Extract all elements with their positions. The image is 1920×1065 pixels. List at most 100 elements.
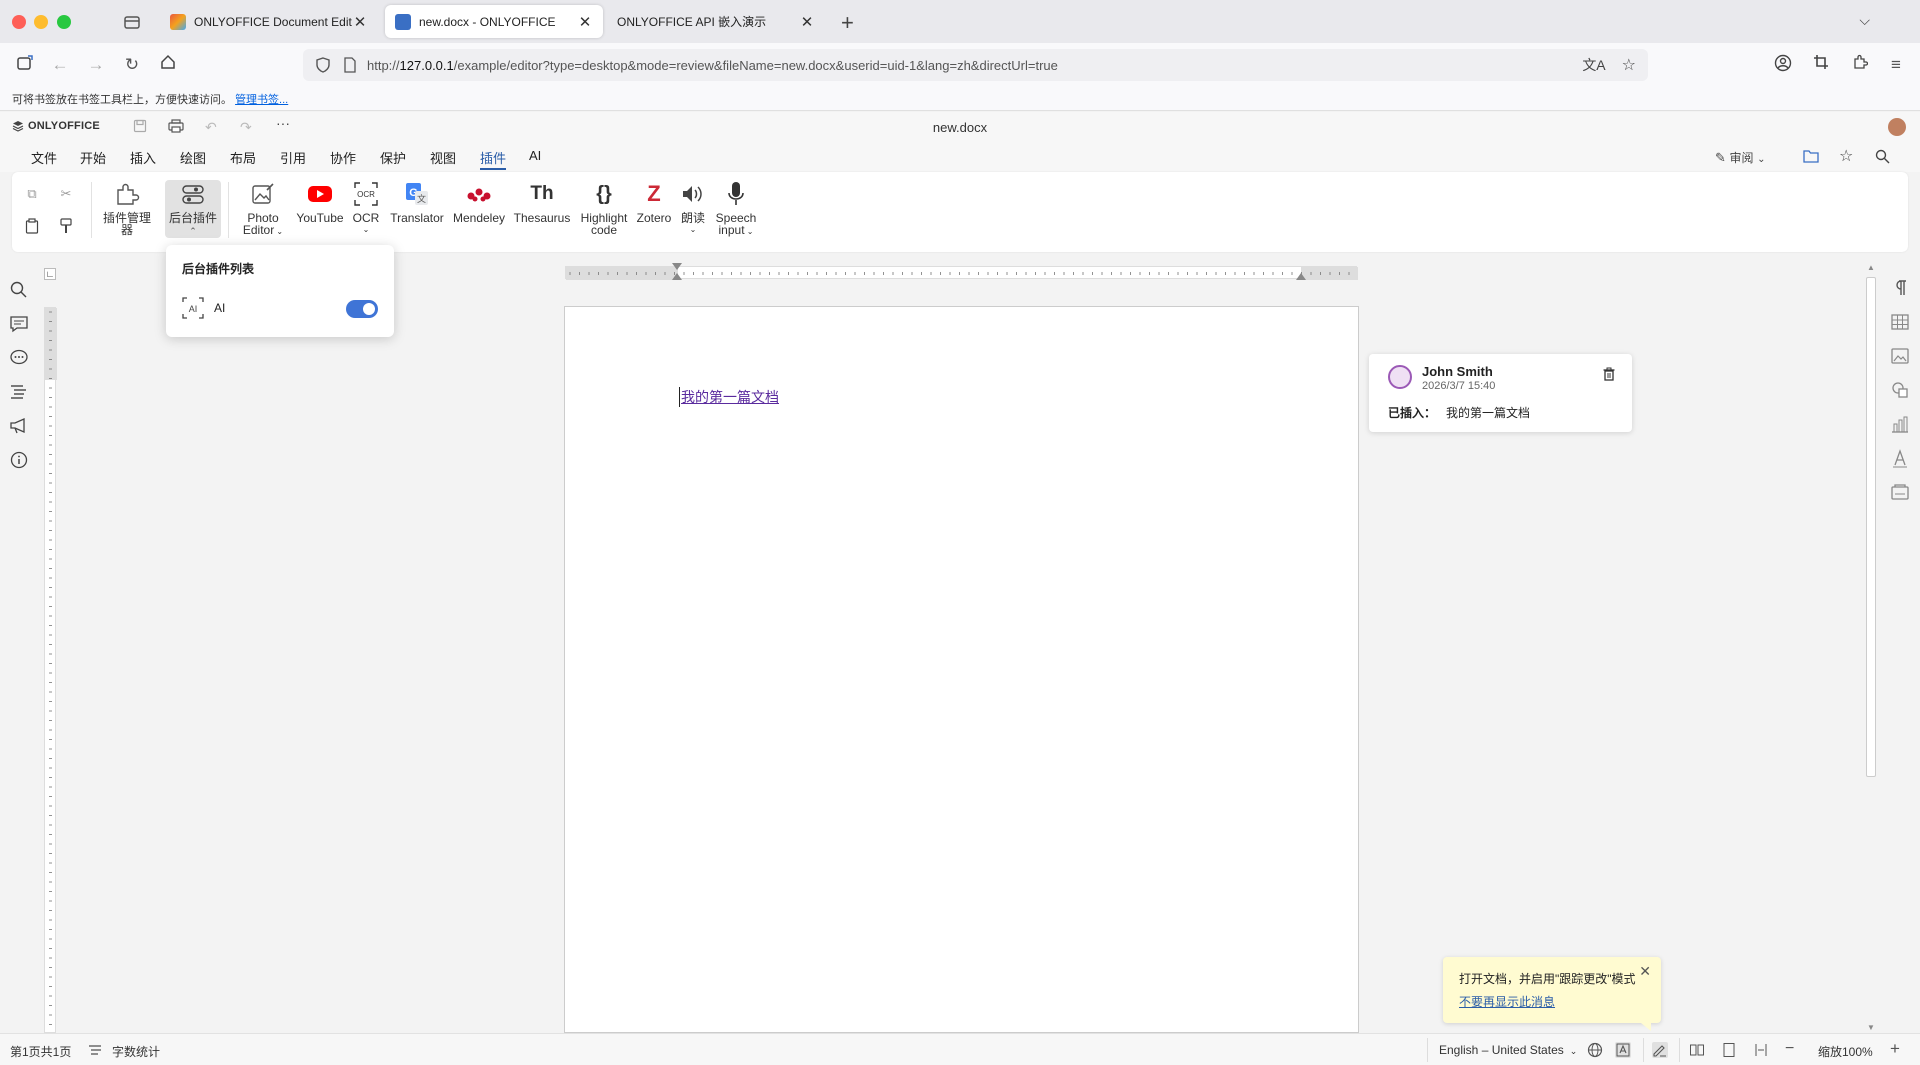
chat-icon[interactable]	[9, 348, 29, 368]
bookmark-star-icon[interactable]: ☆	[1622, 55, 1636, 75]
forward-arrow-icon[interactable]: →	[85, 54, 107, 76]
open-location-icon[interactable]	[1803, 149, 1819, 166]
sidebar-toggle-icon[interactable]	[14, 54, 36, 76]
document-page[interactable]: 我的第一篇文档	[564, 306, 1359, 1033]
cut-icon[interactable]: ✂	[56, 184, 76, 204]
menu-home[interactable]: 开始	[80, 148, 106, 167]
word-count-icon[interactable]	[87, 1042, 103, 1058]
url-bar[interactable]: http://127.0.0.1/example/editor?type=des…	[303, 49, 1648, 81]
table-settings-icon[interactable]	[1890, 312, 1910, 332]
menu-hamburger-icon[interactable]: ≡	[1885, 54, 1907, 76]
image-settings-icon[interactable]	[1890, 346, 1910, 366]
menu-layout[interactable]: 布局	[230, 148, 256, 167]
dont-show-again-link[interactable]: 不要再显示此消息	[1459, 993, 1555, 1010]
tab-stop-selector[interactable]: ∟	[44, 268, 56, 280]
menu-references[interactable]: 引用	[280, 148, 306, 167]
close-tab-icon[interactable]: ✕	[799, 13, 815, 31]
speech-input-button[interactable]: Speech input ⌄	[712, 180, 760, 238]
menu-file[interactable]: 文件	[31, 148, 57, 167]
crop-icon[interactable]	[1810, 54, 1832, 76]
close-window-button[interactable]	[12, 15, 26, 29]
menu-collaboration[interactable]: 协作	[330, 148, 356, 167]
url-text[interactable]: http://127.0.0.1/example/editor?type=des…	[367, 58, 1582, 73]
scroll-down-arrow-icon[interactable]: ▼	[1866, 1023, 1876, 1033]
extensions-icon[interactable]	[1849, 54, 1871, 76]
search-icon[interactable]	[1875, 149, 1890, 167]
track-changes-icon[interactable]	[1652, 1042, 1668, 1058]
word-count[interactable]: 字数统计	[112, 1043, 160, 1060]
menu-plugins[interactable]: 插件	[480, 148, 507, 170]
paragraph-settings-icon[interactable]	[1890, 278, 1910, 298]
new-tab-button[interactable]: +	[841, 10, 854, 36]
mendeley-button[interactable]: Mendeley	[450, 180, 508, 224]
background-plugins-button[interactable]: 后台插件 ⌃	[165, 180, 221, 238]
scroll-thumb[interactable]	[1866, 277, 1876, 777]
fit-width-icon[interactable]	[1753, 1042, 1769, 1058]
minimize-window-button[interactable]	[34, 15, 48, 29]
zoom-out-button[interactable]: −	[1785, 1040, 1794, 1058]
browser-tab-3[interactable]: ONLYOFFICE API 嵌入演示 ✕	[607, 5, 825, 38]
highlight-code-button[interactable]: {} Highlight code	[576, 180, 632, 236]
translate-icon[interactable]: 文A	[1582, 55, 1605, 75]
maximize-window-button[interactable]	[57, 15, 71, 29]
trash-icon[interactable]	[1602, 367, 1616, 381]
photo-editor-button[interactable]: Photo Editor ⌄	[238, 180, 288, 238]
multipage-view-icon[interactable]	[1689, 1042, 1705, 1058]
text-art-settings-icon[interactable]	[1890, 448, 1910, 468]
about-info-icon[interactable]	[9, 450, 29, 470]
review-change-balloon[interactable]: John Smith 2026/3/7 15:40 已插入： 我的第一篇文档	[1369, 354, 1632, 432]
close-tab-icon[interactable]: ✕	[352, 13, 368, 31]
copy-icon[interactable]: ⧉	[22, 184, 42, 204]
format-painter-icon[interactable]	[56, 218, 76, 238]
language-selector[interactable]: English – United States ⌄	[1439, 1043, 1577, 1057]
translator-button[interactable]: G文 Translator	[386, 180, 448, 224]
search-icon[interactable]	[9, 280, 29, 300]
close-tab-icon[interactable]: ✕	[577, 13, 593, 31]
zoom-in-button[interactable]: +	[1890, 1039, 1900, 1059]
ocr-button[interactable]: OCR OCR ⌄	[350, 180, 382, 236]
reload-icon[interactable]: ↻	[121, 54, 143, 76]
browser-tab-2[interactable]: new.docx - ONLYOFFICE ✕	[385, 5, 603, 38]
globe-icon[interactable]	[1587, 1042, 1603, 1058]
user-avatar[interactable]	[1888, 118, 1906, 136]
first-line-indent-marker[interactable]	[672, 263, 682, 270]
navigation-headings-icon[interactable]	[9, 382, 29, 402]
read-aloud-button[interactable]: 朗读 ⌄	[678, 180, 708, 236]
menu-view[interactable]: 视图	[430, 148, 456, 167]
tab-list-icon[interactable]	[122, 12, 142, 32]
feedback-megaphone-icon[interactable]	[9, 416, 29, 436]
youtube-button[interactable]: YouTube	[292, 180, 348, 224]
inserted-text[interactable]: 我的第一篇文档	[679, 387, 779, 407]
comments-icon[interactable]	[9, 314, 29, 334]
menu-ai[interactable]: AI	[529, 148, 541, 163]
scroll-up-arrow-icon[interactable]: ▲	[1866, 263, 1876, 273]
home-icon[interactable]	[157, 54, 179, 76]
vertical-scrollbar[interactable]: ▲ ▼	[1866, 263, 1876, 1033]
zoom-level[interactable]: 缩放100%	[1818, 1043, 1873, 1060]
paste-icon[interactable]	[22, 218, 42, 238]
thesaurus-button[interactable]: Th Thesaurus	[512, 180, 572, 224]
menu-insert[interactable]: 插入	[130, 148, 156, 167]
browser-tab-1[interactable]: ONLYOFFICE Document Editors ✕	[160, 5, 378, 38]
list-all-tabs-icon[interactable]: ⌵	[1859, 12, 1870, 29]
fit-page-icon[interactable]	[1721, 1042, 1737, 1058]
back-arrow-icon[interactable]: ←	[49, 54, 71, 76]
shield-icon[interactable]	[315, 57, 331, 73]
favorite-star-icon[interactable]: ☆	[1839, 146, 1853, 166]
review-mode-dropdown[interactable]: ✎ 审阅 ⌄	[1715, 149, 1766, 166]
right-indent-marker[interactable]	[1296, 273, 1306, 280]
spell-check-icon[interactable]	[1615, 1042, 1631, 1058]
zotero-button[interactable]: Z Zotero	[634, 180, 674, 225]
ai-plugin-toggle[interactable]	[346, 300, 378, 318]
menu-draw[interactable]: 绘图	[180, 148, 206, 167]
plugin-manager-button[interactable]: 插件管理器	[99, 180, 155, 236]
shape-settings-icon[interactable]	[1890, 380, 1910, 400]
close-icon[interactable]: ✕	[1639, 963, 1651, 980]
page-indicator[interactable]: 第1页共1页	[10, 1043, 71, 1060]
chart-settings-icon[interactable]	[1890, 414, 1910, 434]
account-icon[interactable]	[1772, 54, 1794, 76]
menu-protection[interactable]: 保护	[380, 148, 406, 167]
left-indent-marker[interactable]	[672, 273, 682, 280]
signature-settings-icon[interactable]	[1890, 482, 1910, 502]
manage-bookmarks-link[interactable]: 管理书签...	[235, 94, 288, 106]
